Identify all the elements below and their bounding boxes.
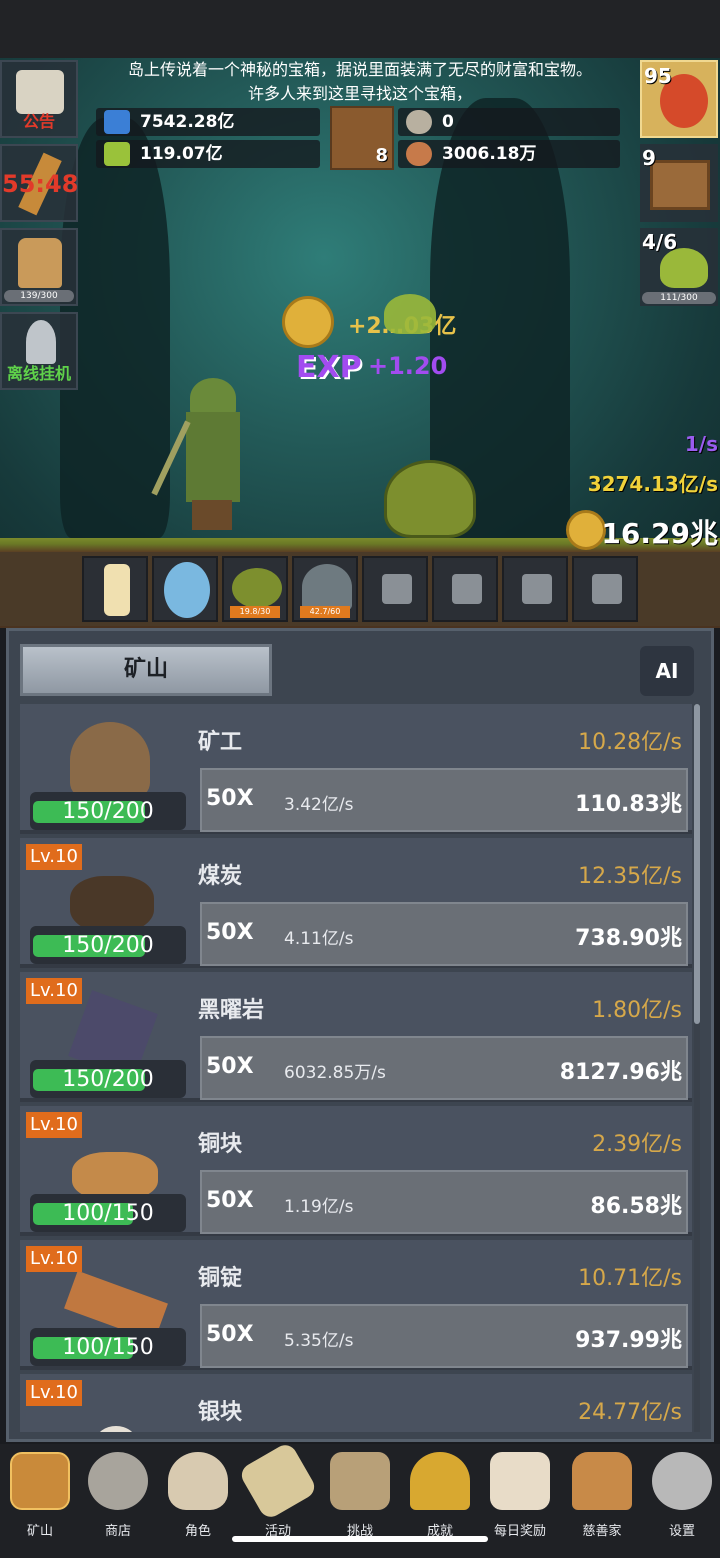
coin-resource: 0: [398, 108, 620, 136]
resource-panel: 7542.28亿 119.07亿 8 0 3006.18万: [92, 104, 624, 172]
lock-icon: [522, 574, 552, 604]
nav-character[interactable]: 角色: [158, 1448, 238, 1539]
lantern-icon: [10, 1452, 70, 1510]
slot-ghost[interactable]: 42.7/60: [292, 556, 358, 622]
list-item: Lv.10 银块 24.77亿/s: [20, 1374, 692, 1432]
key-icon: [26, 320, 56, 364]
gear-icon: [652, 1452, 712, 1510]
slime-enemy[interactable]: [384, 460, 476, 538]
meat-resource: 3006.18万: [398, 140, 620, 168]
list-item: Lv.10 150/200 黑曜岩 1.80亿/s 50X 6032.85万/s…: [20, 972, 692, 1102]
meat-icon: [406, 142, 432, 166]
key-icon: [410, 1452, 470, 1510]
slot-locked[interactable]: [502, 556, 568, 622]
nav-challenge[interactable]: 挑战: [320, 1448, 400, 1539]
home-indicator[interactable]: [232, 1536, 488, 1542]
slime-button[interactable]: 4/6 111/300: [640, 228, 718, 306]
slot-locked[interactable]: [362, 556, 428, 622]
gold-rate-text: 3274.13亿/s: [587, 472, 718, 496]
treasure-chest-icon: [650, 160, 710, 210]
exp-label: EXP: [296, 350, 362, 385]
book-icon[interactable]: 8: [330, 106, 394, 170]
upgrade-button[interactable]: 50X 4.11亿/s 738.90兆: [200, 902, 688, 966]
envelope-icon: [490, 1452, 550, 1510]
list-item: Lv.10 150/200 煤炭 12.35亿/s 50X 4.11亿/s 73…: [20, 838, 692, 968]
exp-gain-text: +1.20: [368, 352, 448, 380]
green-potion-icon: [104, 142, 130, 166]
bread-icon: [572, 1452, 632, 1510]
potion-button[interactable]: 95: [640, 60, 718, 138]
egg-icon: [164, 562, 210, 618]
gold-coin-icon: [282, 296, 334, 348]
silver-coin-icon: [406, 110, 432, 134]
upgrade-button[interactable]: 50X 1.19亿/s 86.58兆: [200, 1170, 688, 1234]
nav-daily-reward[interactable]: 每日奖励: [480, 1448, 560, 1539]
slot-egg[interactable]: [152, 556, 218, 622]
stone-icon: [88, 1452, 148, 1510]
beer-mug-icon: [18, 238, 62, 288]
upgrade-button[interactable]: 50X 3.42亿/s 110.83兆: [200, 768, 688, 832]
lock-icon: [452, 574, 482, 604]
attack-speed-text: 1/s: [684, 432, 718, 456]
lock-icon: [592, 574, 622, 604]
scroll-icon: [237, 1440, 319, 1522]
nav-shop[interactable]: 商店: [78, 1448, 158, 1539]
blue-potion-icon: [104, 110, 130, 134]
beer-button[interactable]: 139/300: [0, 228, 78, 306]
status-bar: [0, 0, 720, 58]
slime-pet-icon: [232, 568, 282, 608]
skull-icon: [168, 1452, 228, 1510]
upgrade-button[interactable]: 50X 6032.85万/s 8127.96兆: [200, 1036, 688, 1100]
hero-character: [151, 378, 258, 538]
story-text: 岛上传说着一个神秘的宝箱，据说里面装满了无尽的财富和宝物。 许多人来到这里寻找这…: [127, 60, 592, 103]
notice-button[interactable]: 公告: [0, 60, 78, 138]
game-screen: 岛上传说着一个神秘的宝箱，据说里面装满了无尽的财富和宝物。 许多人来到这里寻找这…: [0, 0, 720, 1558]
slime-icon: [660, 248, 708, 288]
list-item: Lv.10 100/150 铜块 2.39亿/s 50X 1.19亿/s 86.…: [20, 1106, 692, 1236]
chest-button[interactable]: 9: [640, 144, 718, 222]
slot-locked[interactable]: [432, 556, 498, 622]
tab-mine[interactable]: 矿山: [20, 644, 272, 696]
blue-potion-resource: 7542.28亿: [96, 108, 320, 136]
ghost-pet-icon: [302, 564, 352, 610]
torch-timer-button[interactable]: 55:48: [0, 144, 78, 222]
slime-drop-icon: [384, 294, 436, 334]
map-icon: [330, 1452, 390, 1510]
nav-philanthropist[interactable]: 慈善家: [562, 1448, 642, 1539]
nav-achievement[interactable]: 成就: [400, 1448, 480, 1539]
lock-icon: [382, 574, 412, 604]
ai-button[interactable]: AI: [640, 646, 694, 696]
green-potion-resource: 119.07亿: [96, 140, 320, 168]
nav-event[interactable]: 活动: [237, 1440, 319, 1539]
list-scrollbar[interactable]: [694, 704, 700, 1432]
offline-idle-button[interactable]: 离线挂机: [0, 312, 78, 390]
slot-candle[interactable]: [82, 556, 148, 622]
total-gold-icon: [566, 510, 606, 550]
mine-list[interactable]: 150/200 矿工 10.28亿/s 50X 3.42亿/s 110.83兆 …: [20, 704, 692, 1432]
slot-locked[interactable]: [572, 556, 638, 622]
list-item: Lv.10 100/150 铜锭 10.71亿/s 50X 5.35亿/s 93…: [20, 1240, 692, 1370]
nav-mine[interactable]: 矿山: [0, 1448, 80, 1539]
upgrade-button[interactable]: 50X 5.35亿/s 937.99兆: [200, 1304, 688, 1368]
nav-settings[interactable]: 设置: [642, 1448, 720, 1539]
candle-icon: [104, 564, 130, 616]
list-item: 150/200 矿工 10.28亿/s 50X 3.42亿/s 110.83兆: [20, 704, 692, 834]
total-gold-text: 16.29兆: [601, 517, 718, 550]
slot-slime[interactable]: 19.8/30: [222, 556, 288, 622]
